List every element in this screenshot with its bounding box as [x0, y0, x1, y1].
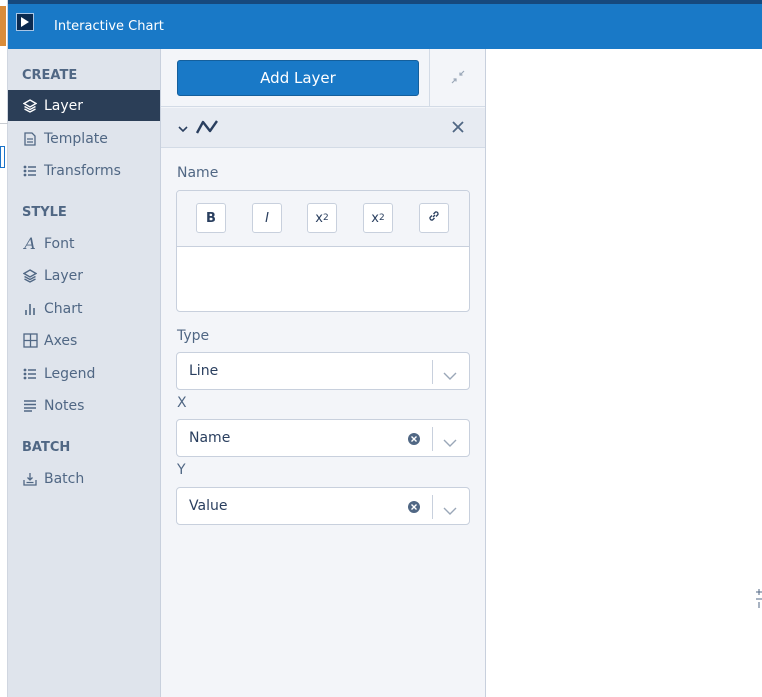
name-field-label: Name — [177, 165, 219, 181]
type-dropdown-value: Line — [189, 363, 219, 379]
layer-panel: Add Layer Name B I x2 x2 Type Line X Nam… — [161, 49, 486, 697]
sidebar-item-notes[interactable]: Notes — [8, 390, 160, 421]
sidebar-item-template[interactable]: Template — [8, 123, 160, 154]
chevron-down-icon[interactable] — [443, 433, 457, 452]
section-batch: BATCH — [22, 440, 71, 455]
section-create: CREATE — [22, 68, 78, 83]
sidebar-item-chart[interactable]: Chart — [8, 293, 160, 324]
sidebar-item-label: Transforms — [44, 162, 121, 179]
title-bar: Interactive Chart — [8, 0, 762, 49]
collapse-icon — [451, 69, 465, 88]
sidebar-item-create-layer[interactable]: Layer — [8, 90, 160, 121]
x-field-label: X — [177, 395, 187, 411]
sidebar-item-axes[interactable]: Axes — [8, 325, 160, 356]
sidebar-item-label: Notes — [44, 397, 85, 414]
trace-header[interactable] — [161, 108, 485, 148]
x-dropdown[interactable]: Name — [176, 419, 470, 457]
chart-canvas[interactable] — [487, 49, 762, 697]
chevron-down-icon[interactable] — [177, 120, 189, 139]
collapse-button[interactable] — [429, 49, 485, 107]
chevron-down-icon[interactable] — [443, 366, 457, 385]
close-icon[interactable] — [450, 119, 466, 139]
template-icon — [22, 131, 38, 147]
dropdown-separator — [432, 427, 433, 451]
sidebar-item-label: Layer — [44, 267, 84, 284]
background-window-edge — [0, 0, 8, 697]
clear-icon[interactable] — [407, 431, 421, 450]
transforms-icon — [22, 163, 38, 179]
chart-icon — [22, 301, 38, 317]
sidebar-item-font[interactable]: A Font — [8, 228, 160, 259]
type-dropdown[interactable]: Line — [176, 352, 470, 390]
y-dropdown-value: Value — [189, 498, 228, 514]
layers-icon — [22, 268, 38, 284]
sidebar-item-label: Chart — [44, 300, 83, 317]
sidebar-item-style-layer[interactable]: Layer — [8, 260, 160, 291]
sidebar-item-transforms[interactable]: Transforms — [8, 155, 160, 186]
font-icon: A — [24, 234, 36, 253]
type-field-label: Type — [177, 328, 210, 344]
sidebar-item-label: Batch — [44, 470, 85, 487]
sidebar: CREATE Layer Template Transforms STYLE A… — [8, 49, 161, 697]
section-style: STYLE — [22, 205, 67, 220]
sidebar-item-label: Font — [44, 235, 75, 252]
chevron-down-icon[interactable] — [443, 501, 457, 520]
sidebar-item-legend[interactable]: Legend — [8, 358, 160, 389]
sidebar-item-label: Template — [44, 130, 108, 147]
dropdown-separator — [432, 360, 433, 384]
link-icon — [427, 209, 441, 227]
name-rich-text-editor: B I x2 x2 — [176, 190, 470, 312]
legend-icon — [22, 366, 38, 382]
dropdown-separator — [432, 495, 433, 519]
x-dropdown-value: Name — [189, 430, 231, 446]
background-field — [0, 146, 5, 168]
background-app-icon — [0, 6, 6, 46]
batch-icon — [22, 471, 38, 487]
line-trace-icon — [195, 118, 221, 140]
sidebar-item-label: Layer — [44, 97, 84, 114]
link-button[interactable] — [419, 203, 449, 233]
panel-header: Add Layer — [161, 49, 485, 107]
axes-icon — [22, 333, 38, 349]
sidebar-item-batch[interactable]: Batch — [8, 463, 160, 494]
play-icon — [16, 13, 34, 31]
subscript-button[interactable]: x2 — [307, 203, 337, 233]
add-layer-button[interactable]: Add Layer — [177, 60, 419, 96]
resize-handle-icon[interactable] — [756, 588, 762, 613]
italic-button[interactable]: I — [252, 203, 282, 233]
layers-icon — [22, 98, 38, 114]
y-dropdown[interactable]: Value — [176, 487, 470, 525]
sidebar-item-label: Axes — [44, 332, 78, 349]
sidebar-item-label: Legend — [44, 365, 96, 382]
window-title: Interactive Chart — [54, 19, 164, 34]
bold-button[interactable]: B — [196, 203, 226, 233]
y-field-label: Y — [177, 462, 186, 478]
name-input[interactable] — [187, 255, 457, 305]
notes-icon — [22, 398, 38, 414]
superscript-button[interactable]: x2 — [363, 203, 393, 233]
background-divider — [0, 123, 8, 124]
rich-text-toolbar: B I x2 x2 — [177, 191, 469, 247]
clear-icon[interactable] — [407, 499, 421, 518]
